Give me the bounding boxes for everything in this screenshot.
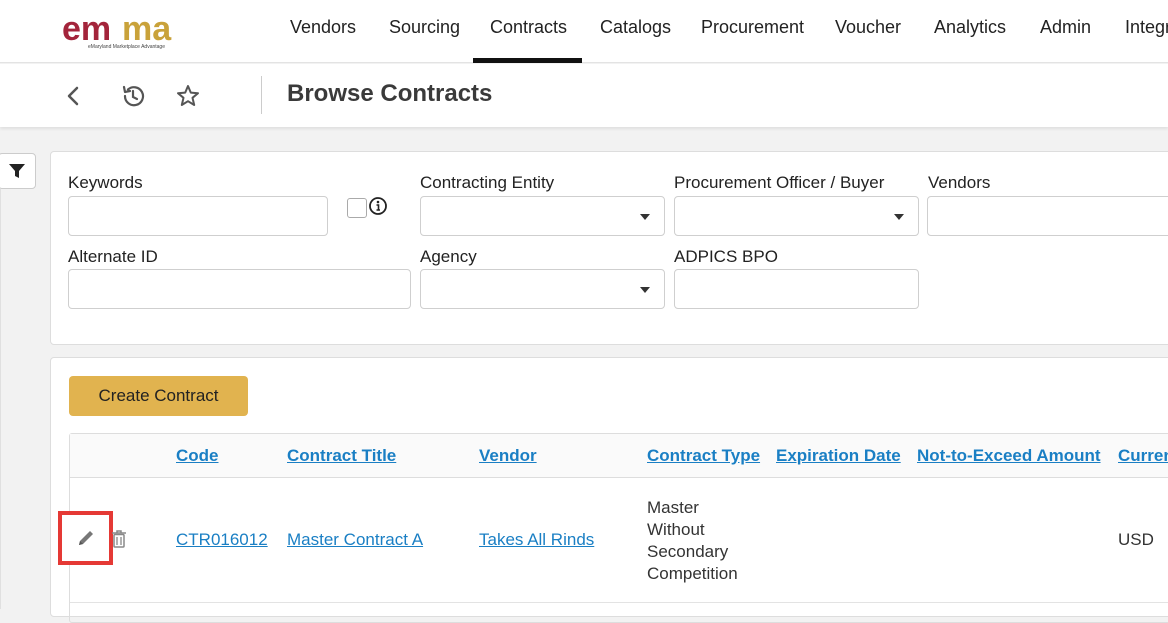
contract-title-link[interactable]: Master Contract A <box>287 530 423 550</box>
column-header-not-to-exceed-amount[interactable]: Not-to-Exceed Amount <box>917 446 1101 466</box>
nav-active-indicator <box>473 58 582 63</box>
top-navigation-bar: em ma eMaryland Marketplace Advantage Ve… <box>0 0 1168 63</box>
nav-procurement[interactable]: Procurement <box>701 17 804 38</box>
history-icon[interactable] <box>119 82 147 110</box>
nav-admin[interactable]: Admin <box>1040 17 1091 38</box>
emma-logo[interactable]: em ma eMaryland Marketplace Advantage <box>62 10 202 52</box>
keywords-input[interactable] <box>68 196 328 236</box>
filter-toggle-button[interactable] <box>0 153 36 189</box>
edit-button[interactable] <box>58 511 113 565</box>
contract-type-cell: Master Without Secondary Competition <box>647 497 738 585</box>
contracting-entity-select[interactable] <box>420 196 665 236</box>
pencil-icon <box>78 531 93 545</box>
table-header: Code Contract Title Vendor Contract Type… <box>70 434 1168 478</box>
contract-type-line: Secondary <box>647 542 729 561</box>
agency-select[interactable] <box>420 269 665 309</box>
column-header-contract-title[interactable]: Contract Title <box>287 446 396 466</box>
trash-icon[interactable] <box>111 530 127 548</box>
nav-vendors[interactable]: Vendors <box>290 17 356 38</box>
svg-text:ma: ma <box>122 10 172 48</box>
keywords-option-checkbox[interactable] <box>347 198 367 218</box>
header-divider <box>261 76 262 114</box>
filter-panel: Keywords Contracting Entity Procurement … <box>50 151 1168 345</box>
procurement-officer-label: Procurement Officer / Buyer <box>674 173 885 192</box>
filter-icon <box>9 164 25 178</box>
svg-text:em: em <box>62 10 111 48</box>
nav-integrations[interactable]: Integr <box>1125 17 1168 38</box>
contracting-entity-label: Contracting Entity <box>420 173 555 192</box>
alternate-id-input[interactable] <box>68 269 411 309</box>
adpics-bpo-label: ADPICS BPO <box>674 247 778 266</box>
nav-contracts[interactable]: Contracts <box>490 17 567 38</box>
column-header-expiration-date[interactable]: Expiration Date <box>776 446 901 466</box>
keywords-label: Keywords <box>68 173 143 192</box>
nav-catalogs[interactable]: Catalogs <box>600 17 671 38</box>
contracts-table: Code Contract Title Vendor Contract Type… <box>58 433 1168 623</box>
results-panel: Create Contract Code Contract Title Vend… <box>50 357 1168 623</box>
nav-analytics[interactable]: Analytics <box>934 17 1006 38</box>
nav-sourcing[interactable]: Sourcing <box>389 17 460 38</box>
nav-voucher[interactable]: Voucher <box>835 17 901 38</box>
page-title: Browse Contracts <box>287 80 493 107</box>
back-icon[interactable] <box>60 82 88 110</box>
left-rail <box>0 189 1 609</box>
column-header-code[interactable]: Code <box>176 446 219 466</box>
contract-code-link[interactable]: CTR016012 <box>176 530 268 550</box>
currency-cell: USD <box>1118 530 1154 549</box>
column-header-contract-type[interactable]: Contract Type <box>647 446 760 466</box>
vendors-input[interactable] <box>927 196 1168 236</box>
contract-type-line: Without <box>647 520 705 539</box>
vendors-label: Vendors <box>928 173 991 192</box>
contract-type-line: Master <box>647 498 699 517</box>
column-header-vendor[interactable]: Vendor <box>479 446 537 466</box>
info-icon[interactable] <box>368 196 388 216</box>
contract-type-line: Competition <box>647 564 738 583</box>
adpics-bpo-input[interactable] <box>674 269 919 309</box>
row-divider <box>70 602 1168 603</box>
alternate-id-label: Alternate ID <box>68 247 158 266</box>
vendor-link[interactable]: Takes All Rinds <box>479 530 594 550</box>
procurement-officer-select[interactable] <box>674 196 919 236</box>
page-header-bar: Browse Contracts <box>0 64 1168 127</box>
agency-label: Agency <box>420 247 477 266</box>
favorite-star-icon[interactable] <box>174 82 202 110</box>
svg-text:eMaryland Marketplace Advantag: eMaryland Marketplace Advantage <box>88 44 165 50</box>
create-contract-button[interactable]: Create Contract <box>69 376 248 416</box>
column-header-currency[interactable]: Curren <box>1118 446 1168 466</box>
